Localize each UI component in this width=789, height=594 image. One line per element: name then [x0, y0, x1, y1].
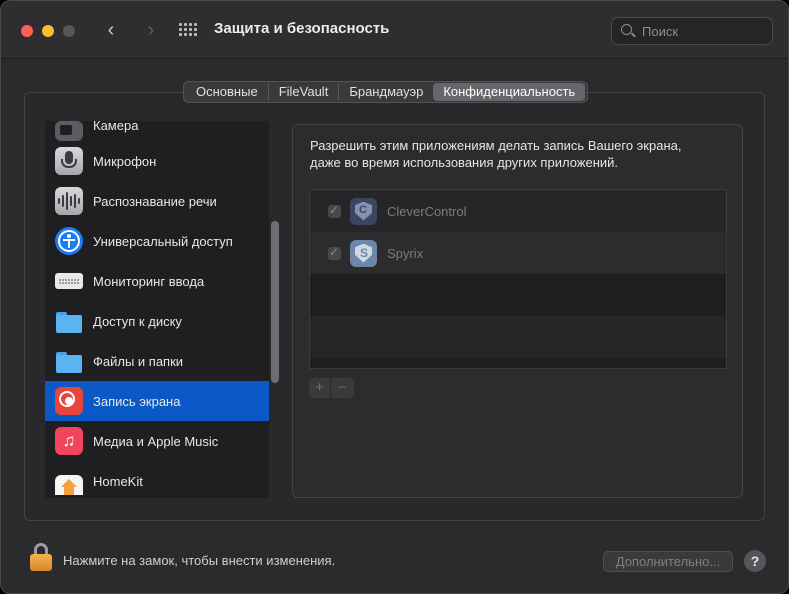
sidebar-item-camera[interactable]: Камера [45, 121, 269, 141]
close-window-button[interactable] [21, 25, 33, 37]
folder-icon [55, 307, 83, 335]
empty-list-row [310, 274, 726, 316]
tab-filevault[interactable]: FileVault [269, 83, 340, 101]
search-field[interactable] [611, 17, 773, 45]
sidebar-item-files-and-folders[interactable]: Файлы и папки [45, 341, 269, 381]
accessibility-icon [55, 227, 83, 255]
music-icon: ♫ [55, 427, 83, 455]
app-name: CleverControl [387, 203, 467, 219]
app-name: Spyrix [387, 245, 424, 261]
sidebar-item-full-disk-access[interactable]: Доступ к диску [45, 301, 269, 341]
sidebar-scrollbar[interactable] [271, 221, 279, 383]
sidebar-item-label: Медиа и Apple Music [93, 433, 219, 449]
tab-privacy[interactable]: Конфиденциальность [433, 83, 586, 101]
sidebar-item-label: Запись экрана [93, 393, 181, 409]
screen-recording-icon [55, 387, 83, 415]
keyboard-icon [55, 273, 83, 289]
allowed-apps-list[interactable]: CleverControl Spyrix [309, 189, 727, 369]
sidebar-item-label: HomeKit [93, 473, 143, 489]
app-checkbox[interactable] [328, 245, 341, 260]
permission-description: Разрешить этим приложениям делать запись… [310, 137, 730, 171]
sidebar-item-homekit[interactable]: HomeKit [45, 461, 269, 498]
remove-app-button[interactable]: − [331, 378, 353, 398]
forward-button[interactable]: › [141, 20, 161, 42]
microphone-icon [55, 147, 83, 175]
home-icon [55, 475, 83, 495]
sidebar-item-label: Микрофон [93, 153, 157, 169]
privacy-category-list[interactable]: Камера Микрофон Распознавание речи Униве… [45, 121, 269, 498]
description-line: Разрешить этим приложениям делать запись… [310, 138, 682, 153]
advanced-button[interactable]: Дополнительно... [603, 551, 733, 572]
list-item[interactable]: CleverControl [310, 190, 726, 232]
tab-firewall[interactable]: Брандмауэр [339, 83, 433, 101]
list-item[interactable]: Spyrix [310, 232, 726, 274]
empty-list-row [310, 316, 726, 358]
spyrix-icon [350, 239, 377, 267]
sidebar-item-label: Доступ к диску [93, 313, 182, 329]
search-icon [621, 24, 632, 35]
sidebar-item-speech-recognition[interactable]: Распознавание речи [45, 181, 269, 221]
tab-general[interactable]: Основные [186, 83, 269, 101]
sidebar-item-label: Распознавание речи [93, 193, 217, 209]
help-button[interactable]: ? [744, 550, 766, 572]
sidebar-item-microphone[interactable]: Микрофон [45, 141, 269, 181]
clevercontrol-icon [350, 197, 377, 225]
app-checkbox[interactable] [328, 203, 341, 218]
zoom-window-button[interactable] [63, 25, 75, 37]
speech-recognition-icon [55, 187, 83, 215]
sidebar-item-media-apple-music[interactable]: ♫ Медиа и Apple Music [45, 421, 269, 461]
search-input[interactable] [642, 22, 762, 40]
sidebar-item-label: Универсальный доступ [93, 233, 233, 249]
back-button[interactable]: ‹ [101, 20, 121, 42]
add-app-button[interactable]: + [309, 378, 331, 398]
sidebar-item-label: Камера [93, 121, 139, 133]
preferences-window: ‹ › Защита и безопасность Основные FileV… [0, 0, 789, 594]
toolbar: ‹ › Защита и безопасность [1, 1, 788, 59]
sidebar-item-input-monitoring[interactable]: Мониторинг ввода [45, 261, 269, 301]
add-remove-control: + − [309, 378, 354, 398]
window-title: Защита и безопасность [214, 20, 390, 37]
lock-hint-text: Нажмите на замок, чтобы внести изменения… [63, 553, 336, 568]
sidebar-item-accessibility[interactable]: Универсальный доступ [45, 221, 269, 261]
minimize-window-button[interactable] [42, 25, 54, 37]
lock-icon[interactable] [30, 543, 52, 571]
sidebar-item-label: Мониторинг ввода [93, 273, 205, 289]
tab-bar: Основные FileVault Брандмауэр Конфиденци… [183, 81, 589, 103]
show-all-grid-icon[interactable] [179, 23, 197, 39]
sidebar-item-screen-recording[interactable]: Запись экрана [45, 381, 269, 421]
sidebar-item-label: Файлы и папки [93, 353, 184, 369]
folder-icon [55, 347, 83, 375]
description-line: даже во время использования других прило… [310, 155, 619, 170]
camera-icon [55, 121, 83, 141]
